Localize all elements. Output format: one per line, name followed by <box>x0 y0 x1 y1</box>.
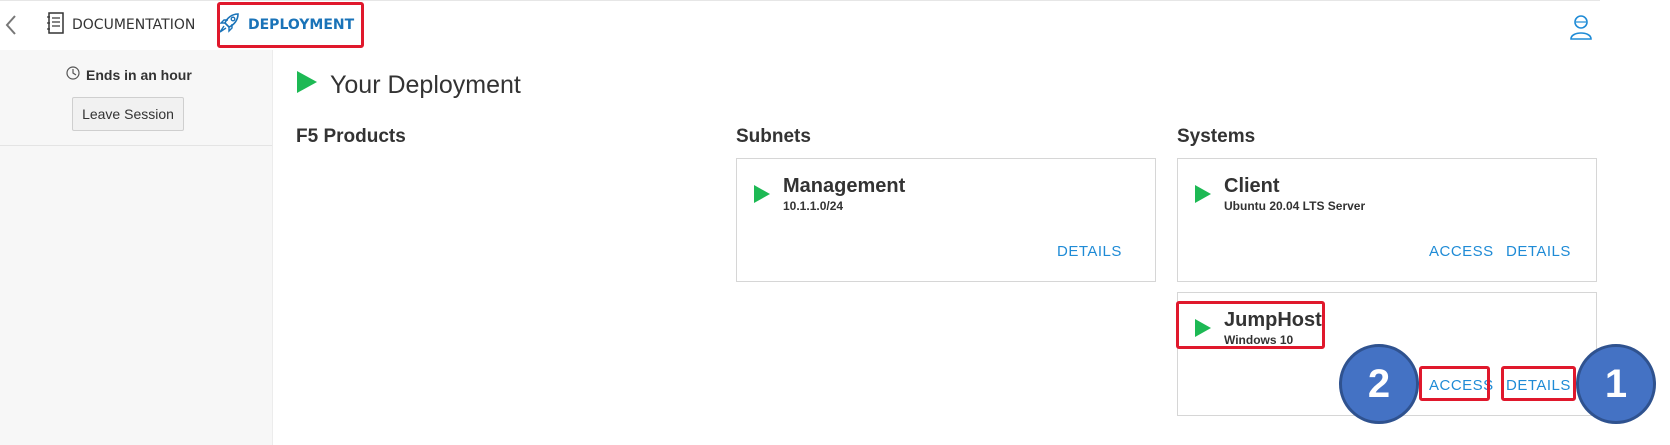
play-icon <box>1194 184 1212 209</box>
user-menu-button[interactable] <box>1568 13 1594 41</box>
top-navigation-bar: DOCUMENTATION DEPLOYMENT <box>0 0 1600 50</box>
system-name: Client <box>1224 175 1280 197</box>
client-access-link[interactable]: ACCESS <box>1429 243 1494 260</box>
callout-number-1: 1 <box>1576 344 1656 424</box>
user-icon <box>1570 15 1592 40</box>
subnets-heading: Subnets <box>736 126 811 147</box>
rocket-icon <box>218 12 242 38</box>
tab-documentation[interactable]: DOCUMENTATION <box>47 1 195 49</box>
tab-deployment[interactable]: DEPLOYMENT <box>218 1 354 49</box>
subnet-card-management: Management 10.1.1.0/24 DETAILS <box>736 158 1156 282</box>
jumphost-details-link[interactable]: DETAILS <box>1506 377 1571 394</box>
tab-deployment-label: DEPLOYMENT <box>248 17 355 33</box>
systems-heading: Systems <box>1177 126 1256 147</box>
clock-icon <box>66 66 80 83</box>
session-panel: Ends in an hour Leave Session <box>0 50 272 146</box>
callout-number-2: 2 <box>1339 344 1419 424</box>
system-os: Ubuntu 20.04 LTS Server <box>1224 199 1366 213</box>
client-details-link[interactable]: DETAILS <box>1506 243 1571 260</box>
system-os: Windows 10 <box>1224 333 1294 347</box>
play-icon <box>1194 318 1212 343</box>
page-title: Your Deployment <box>296 70 521 101</box>
system-card-client: Client Ubuntu 20.04 LTS Server ACCESS DE… <box>1177 158 1597 282</box>
subnet-cidr: 10.1.1.0/24 <box>783 199 844 213</box>
session-sidebar: Ends in an hour Leave Session <box>0 50 273 445</box>
session-timer-text: Ends in an hour <box>86 66 192 83</box>
play-icon <box>296 70 318 101</box>
f5-products-heading: F5 Products <box>296 126 406 147</box>
chevron-left-icon <box>5 15 16 35</box>
system-name: JumpHost <box>1224 309 1322 331</box>
subnet-details-link[interactable]: DETAILS <box>1057 243 1122 260</box>
back-button[interactable] <box>2 13 22 37</box>
tab-documentation-label: DOCUMENTATION <box>72 17 196 33</box>
notebook-icon <box>47 12 65 38</box>
session-timer: Ends in an hour <box>66 66 192 83</box>
page-title-text: Your Deployment <box>330 71 521 99</box>
leave-session-button[interactable]: Leave Session <box>72 97 184 131</box>
play-icon <box>753 184 771 209</box>
jumphost-access-link[interactable]: ACCESS <box>1429 377 1494 394</box>
subnet-name: Management <box>783 175 906 197</box>
